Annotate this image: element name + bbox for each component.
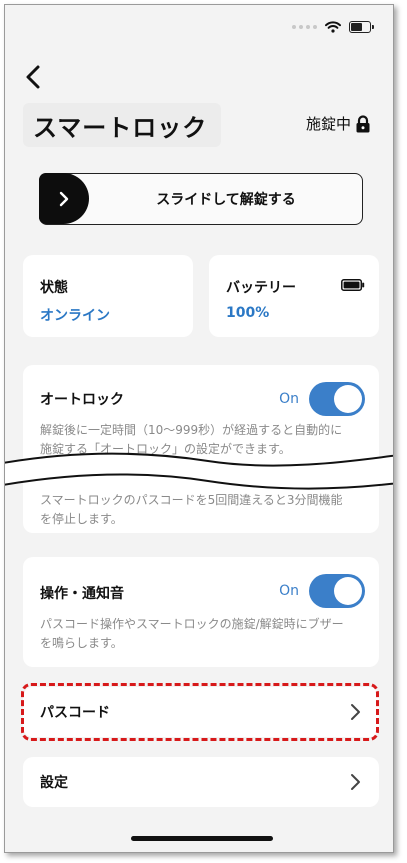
lock-icon [356, 114, 370, 132]
sound-toggle-label: On [279, 583, 299, 599]
signal-icon [292, 25, 317, 29]
sound-description: パスコード操作やスマートロックの施錠/解錠時にブザー を鳴らします。 [40, 617, 344, 650]
slider-label: スライドして解錠する [156, 192, 296, 208]
auto-lock-title: オートロック [40, 392, 124, 408]
slider-knob[interactable] [39, 173, 89, 224]
battery-card: バッテリー 100% [209, 255, 379, 337]
chevron-right-icon [351, 704, 360, 720]
cut-line-divider [5, 452, 393, 490]
wifi-icon [325, 21, 341, 33]
chevron-right-icon [59, 191, 69, 206]
battery-icon [341, 279, 365, 291]
auto-lock-toggle-label: On [279, 391, 299, 407]
lock-status: 施錠中 [306, 113, 371, 134]
passcode-label: パスコード [40, 705, 110, 721]
sound-toggle[interactable] [309, 574, 365, 608]
auto-lock-toggle-group: On [279, 382, 365, 416]
sound-card: 操作・通知音 On パスコード操作やスマートロックの施錠/解錠時にブザー を鳴ら… [23, 557, 379, 667]
battery-icon [349, 21, 374, 33]
sound-toggle-group: On [279, 574, 365, 608]
passcode-row[interactable]: パスコード [23, 687, 379, 737]
chevron-right-icon [351, 774, 360, 790]
auto-lock-toggle[interactable] [309, 382, 365, 416]
page-title: スマートロック [23, 103, 221, 147]
settings-row[interactable]: 設定 [23, 757, 379, 807]
passcode-lockout-description: スマートロックのパスコードを5回間違えると3分間機能 を停止します。 [40, 493, 343, 526]
phone-screen: スマートロック 施錠中 スライドして解錠する 状態 オンライン バッテリー 10… [4, 4, 394, 853]
battery-value: 100% [226, 305, 270, 321]
sound-title: 操作・通知音 [40, 586, 124, 602]
settings-label: 設定 [40, 775, 68, 791]
lock-status-label: 施錠中 [305, 115, 351, 133]
status-value: オンライン [40, 308, 110, 324]
battery-title: バッテリー [226, 280, 296, 296]
status-title: 状態 [40, 280, 68, 296]
status-bar [292, 21, 374, 33]
status-card: 状態 オンライン [23, 255, 193, 337]
home-indicator[interactable] [131, 836, 273, 841]
chevron-left-icon[interactable] [21, 63, 45, 91]
unlock-slider[interactable]: スライドして解錠する [39, 173, 363, 225]
